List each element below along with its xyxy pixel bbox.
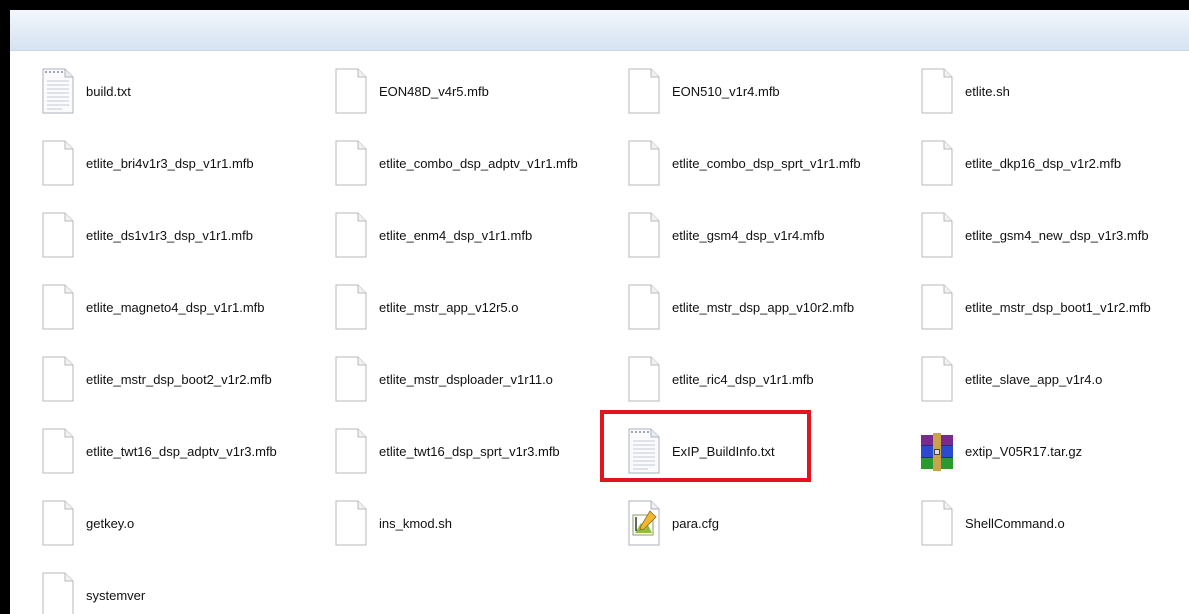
file-item[interactable]: etlite_ric4_dsp_v1r1.mfb — [596, 343, 889, 415]
blank-file-icon — [333, 499, 369, 547]
file-name-label: build.txt — [86, 83, 131, 99]
file-name-label: etlite_mstr_dsp_boot2_v1r2.mfb — [86, 371, 272, 387]
blank-file-icon — [333, 211, 369, 259]
blank-file-icon — [333, 139, 369, 187]
file-item[interactable]: ExIP_BuildInfo.txt — [596, 415, 889, 487]
blank-file-icon — [333, 67, 369, 115]
file-name-label: ExIP_BuildInfo.txt — [672, 443, 775, 459]
file-item[interactable]: para.cfg — [596, 487, 889, 559]
blank-file-icon — [40, 283, 76, 331]
file-item[interactable]: build.txt — [10, 55, 303, 127]
blank-file-icon — [919, 211, 955, 259]
file-item[interactable]: etlite_ds1v1r3_dsp_v1r1.mfb — [10, 199, 303, 271]
blank-file-icon — [626, 139, 662, 187]
blank-file-icon — [333, 355, 369, 403]
blank-file-icon — [919, 283, 955, 331]
blank-file-icon — [626, 283, 662, 331]
file-name-label: etlite_dkp16_dsp_v1r2.mfb — [965, 155, 1122, 171]
file-item[interactable]: etlite_slave_app_v1r4.o — [889, 343, 1182, 415]
blank-file-icon — [333, 427, 369, 475]
file-item[interactable]: etlite_combo_dsp_adptv_v1r1.mfb — [303, 127, 596, 199]
file-name-label: etlite_twt16_dsp_sprt_v1r3.mfb — [379, 443, 560, 459]
file-name-label: extip_V05R17.tar.gz — [965, 443, 1083, 459]
file-item[interactable]: etlite.sh — [889, 55, 1182, 127]
file-name-label: etlite_mstr_dsp_boot1_v1r2.mfb — [965, 299, 1151, 315]
file-name-label: ins_kmod.sh — [379, 515, 452, 531]
file-item[interactable]: ShellCommand.o — [889, 487, 1182, 559]
blank-file-icon — [40, 571, 76, 614]
blank-file-icon — [919, 67, 955, 115]
file-name-label: getkey.o — [86, 515, 135, 531]
blank-file-icon — [40, 427, 76, 475]
blank-file-icon — [40, 355, 76, 403]
file-name-label: etlite.sh — [965, 83, 1010, 99]
file-name-label: etlite_magneto4_dsp_v1r1.mfb — [86, 299, 265, 315]
file-name-label: etlite_mstr_app_v12r5.o — [379, 299, 519, 315]
file-name-label: etlite_gsm4_new_dsp_v1r3.mfb — [965, 227, 1149, 243]
blank-file-icon — [919, 499, 955, 547]
file-item[interactable]: getkey.o — [10, 487, 303, 559]
blank-file-icon — [626, 355, 662, 403]
file-name-label: EON510_v1r4.mfb — [672, 83, 780, 99]
file-item[interactable]: etlite_magneto4_dsp_v1r1.mfb — [10, 271, 303, 343]
blank-file-icon — [919, 139, 955, 187]
file-item[interactable]: etlite_mstr_dsp_app_v10r2.mfb — [596, 271, 889, 343]
winrar-archive-icon — [919, 427, 955, 475]
file-item[interactable]: etlite_gsm4_new_dsp_v1r3.mfb — [889, 199, 1182, 271]
file-item[interactable]: etlite_twt16_dsp_adptv_v1r3.mfb — [10, 415, 303, 487]
file-item[interactable]: etlite_mstr_dsploader_v1r11.o — [303, 343, 596, 415]
file-name-label: etlite_gsm4_dsp_v1r4.mfb — [672, 227, 825, 243]
file-item[interactable]: etlite_gsm4_dsp_v1r4.mfb — [596, 199, 889, 271]
file-name-label: EON48D_v4r5.mfb — [379, 83, 489, 99]
file-item[interactable]: etlite_bri4v1r3_dsp_v1r1.mfb — [10, 127, 303, 199]
explorer-window: build.txt EON48D_v4r5.mfb EON510_v1r4.mf… — [10, 10, 1189, 614]
file-item[interactable]: extip_V05R17.tar.gz — [889, 415, 1182, 487]
file-item[interactable]: etlite_mstr_dsp_boot2_v1r2.mfb — [10, 343, 303, 415]
file-item[interactable]: etlite_dkp16_dsp_v1r2.mfb — [889, 127, 1182, 199]
explorer-toolbar — [10, 10, 1189, 51]
blank-file-icon — [626, 67, 662, 115]
file-name-label: etlite_enm4_dsp_v1r1.mfb — [379, 227, 533, 243]
file-grid: build.txt EON48D_v4r5.mfb EON510_v1r4.mf… — [10, 55, 1189, 614]
blank-file-icon — [40, 211, 76, 259]
file-name-label: systemver — [86, 587, 146, 603]
file-name-label: etlite_mstr_dsp_app_v10r2.mfb — [672, 299, 855, 315]
file-item[interactable]: systemver — [10, 559, 303, 614]
file-name-label: etlite_ric4_dsp_v1r1.mfb — [672, 371, 814, 387]
file-item[interactable]: EON510_v1r4.mfb — [596, 55, 889, 127]
blank-file-icon — [40, 499, 76, 547]
file-item[interactable]: etlite_twt16_dsp_sprt_v1r3.mfb — [303, 415, 596, 487]
file-item[interactable]: etlite_mstr_app_v12r5.o — [303, 271, 596, 343]
file-item[interactable]: etlite_combo_dsp_sprt_v1r1.mfb — [596, 127, 889, 199]
file-name-label: etlite_combo_dsp_adptv_v1r1.mfb — [379, 155, 578, 171]
config-file-icon — [626, 499, 662, 547]
file-name-label: etlite_twt16_dsp_adptv_v1r3.mfb — [86, 443, 277, 459]
file-name-label: etlite_bri4v1r3_dsp_v1r1.mfb — [86, 155, 254, 171]
blank-file-icon — [40, 139, 76, 187]
file-name-label: etlite_combo_dsp_sprt_v1r1.mfb — [672, 155, 861, 171]
file-name-label: etlite_ds1v1r3_dsp_v1r1.mfb — [86, 227, 253, 243]
text-file-icon — [40, 67, 76, 115]
file-item[interactable]: etlite_mstr_dsp_boot1_v1r2.mfb — [889, 271, 1182, 343]
file-name-label: ShellCommand.o — [965, 515, 1065, 531]
blank-file-icon — [919, 355, 955, 403]
blank-file-icon — [626, 211, 662, 259]
blank-file-icon — [333, 283, 369, 331]
file-item[interactable]: etlite_enm4_dsp_v1r1.mfb — [303, 199, 596, 271]
file-name-label: etlite_mstr_dsploader_v1r11.o — [379, 371, 553, 387]
file-name-label: etlite_slave_app_v1r4.o — [965, 371, 1103, 387]
file-name-label: para.cfg — [672, 515, 719, 531]
file-item[interactable]: EON48D_v4r5.mfb — [303, 55, 596, 127]
file-item[interactable]: ins_kmod.sh — [303, 487, 596, 559]
text-file-icon — [626, 427, 662, 475]
